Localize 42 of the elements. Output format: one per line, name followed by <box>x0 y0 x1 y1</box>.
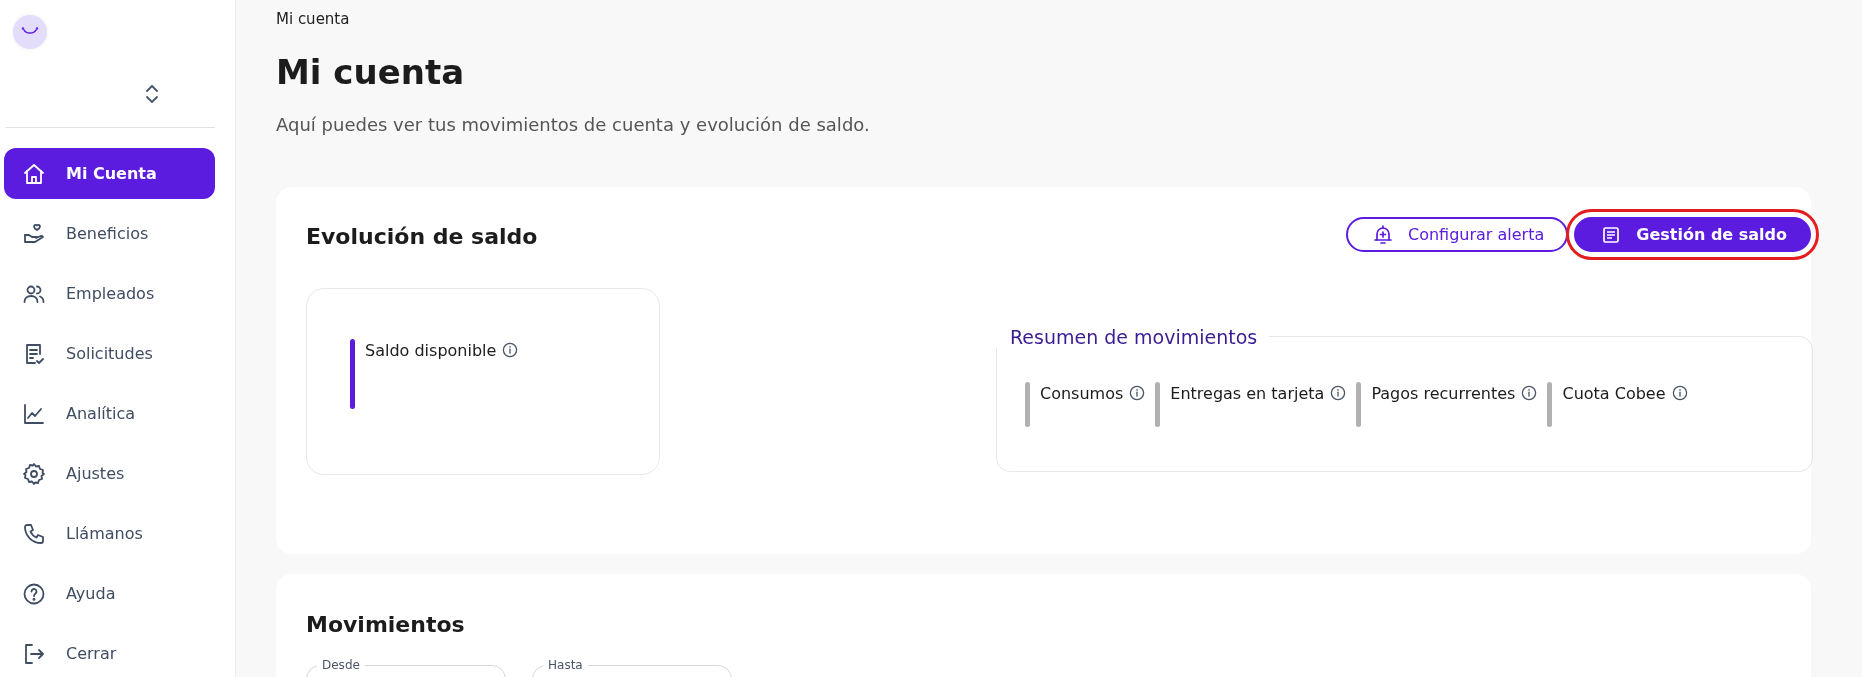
bell-plus-icon <box>1374 224 1392 245</box>
help-icon <box>22 581 46 606</box>
page-title: Mi cuenta <box>276 52 466 92</box>
info-icon <box>1671 385 1688 401</box>
accent-bar <box>1547 382 1553 427</box>
hand-heart-icon <box>22 221 46 246</box>
logout-icon <box>22 641 46 666</box>
breadcrumb: Mi cuenta <box>276 10 351 28</box>
accent-bar <box>1155 382 1161 427</box>
accent-bar <box>1356 382 1362 427</box>
card-title: Evolución de saldo <box>306 223 539 249</box>
sidebar-item[interactable]: Beneficios <box>4 208 215 259</box>
sidebar-item[interactable]: Ajustes <box>4 448 215 499</box>
summary-label: Consumos <box>1040 383 1124 403</box>
sidebar-item[interactable]: Mi Cuenta <box>4 148 215 199</box>
chevron-up-down-icon[interactable] <box>145 83 159 105</box>
line-chart-icon <box>22 401 46 426</box>
balance-label: Saldo disponible <box>365 340 497 360</box>
info-icon <box>1330 385 1347 401</box>
sidebar-item[interactable]: Empleados <box>4 268 215 319</box>
home-icon <box>22 161 46 186</box>
settings-icon <box>22 461 46 486</box>
accent-bar <box>350 339 355 409</box>
page-subtitle: Aquí puedes ver tus movimientos de cuenta y evolución de saldo. <box>276 114 871 135</box>
info-icon <box>1129 385 1146 401</box>
document-icon <box>1602 225 1621 244</box>
summary-label: Entregas en tarjeta <box>1170 383 1325 403</box>
phone-icon <box>22 521 46 546</box>
sidebar-item[interactable]: Cerrar <box>4 628 215 677</box>
info-icon <box>502 342 519 358</box>
info-icon <box>1521 385 1538 401</box>
summary-label: Pagos recurrentes <box>1371 383 1516 403</box>
summary-label: Cuota Cobee <box>1562 383 1666 403</box>
smiley-logo-icon <box>13 15 47 49</box>
configure-alert-button[interactable]: Configurar alerta <box>1346 217 1569 252</box>
sidebar-item[interactable]: Ayuda <box>4 568 215 619</box>
card-title: Movimientos <box>306 611 466 637</box>
summary-title: Resumen de movimientos <box>996 326 1270 348</box>
sidebar-item[interactable]: Analítica <box>4 388 215 439</box>
sidebar-item[interactable]: Solicitudes <box>4 328 215 379</box>
sidebar-item[interactable]: Llámanos <box>4 508 215 559</box>
accent-bar <box>1025 382 1030 427</box>
